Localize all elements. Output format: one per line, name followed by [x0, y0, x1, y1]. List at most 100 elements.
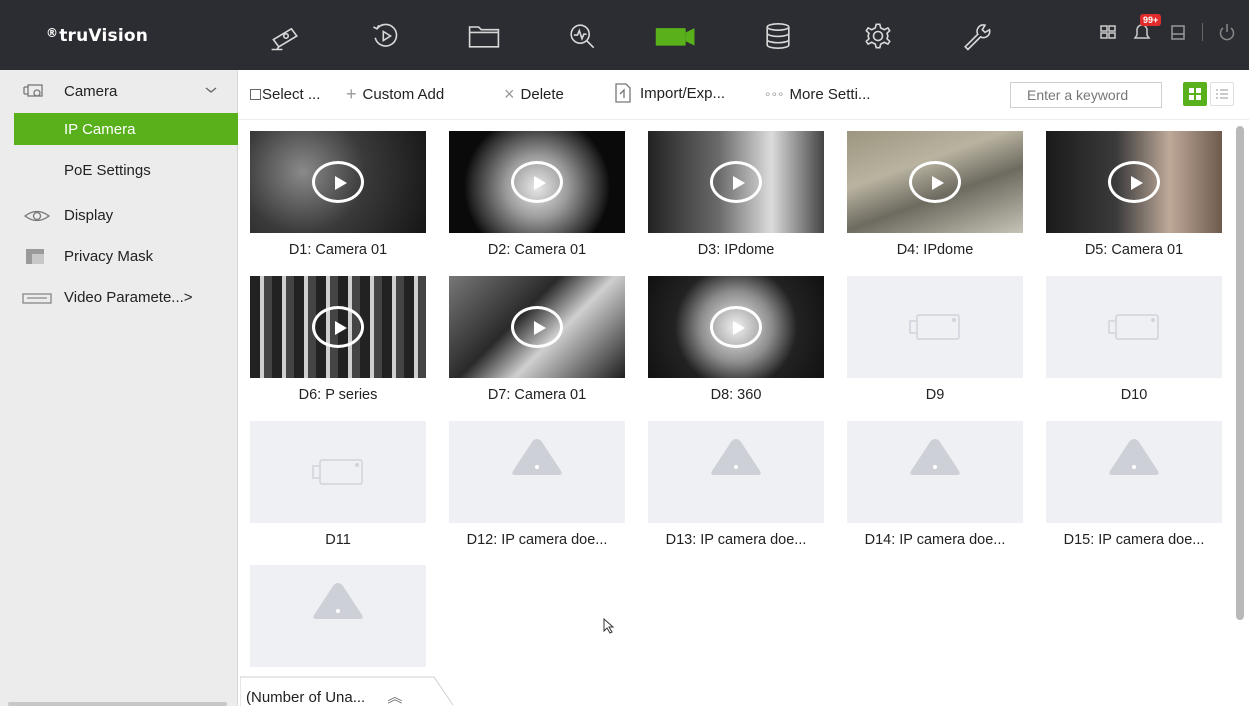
- camera-label: D13: IP camera doe...: [665, 532, 807, 548]
- sidebar-item-privacy-mask[interactable]: Privacy Mask: [0, 236, 237, 277]
- delete-label: Delete: [520, 86, 564, 103]
- play-icon[interactable]: [511, 306, 563, 348]
- sidebar-item-ip-camera[interactable]: IP Camera: [14, 113, 238, 145]
- camera-label: D7: Camera 01: [487, 387, 587, 403]
- chevron-up-icon: ︽: [387, 689, 403, 706]
- file-icon[interactable]: [462, 16, 506, 56]
- eye-icon: [23, 210, 51, 222]
- camera-icon[interactable]: [264, 16, 308, 56]
- camera-label: D5: Camera 01: [1084, 242, 1184, 258]
- user-icon[interactable]: [1168, 22, 1188, 42]
- alarm-icon[interactable]: 99+: [1132, 14, 1162, 42]
- camera-placeholder-icon: [1108, 314, 1159, 340]
- import-export-label: Import/Exp...: [640, 84, 726, 102]
- sidebar: Camera IP Camera PoE Settings Display Pr…: [0, 70, 238, 706]
- status-icons: 99+: [1098, 14, 1237, 42]
- search-input[interactable]: Enter a keyword: [1010, 82, 1162, 108]
- custom-add-label: Custom Add: [362, 86, 445, 103]
- camera-feed-tile[interactable]: [1046, 131, 1222, 233]
- mouse-cursor-icon: [603, 618, 615, 634]
- unassigned-tab[interactable]: (Number of Una... ︽: [240, 676, 454, 706]
- more-settings-label: More Setti...: [789, 86, 871, 103]
- select-button[interactable]: Select ...: [250, 86, 320, 103]
- camera-label: D14: IP camera doe...: [864, 532, 1006, 548]
- settings-icon[interactable]: [856, 16, 900, 56]
- camera-label: D15: IP camera doe...: [1063, 532, 1205, 548]
- close-icon: ×: [504, 84, 515, 104]
- sidebar-item-label: Display: [64, 207, 114, 224]
- camera-feed-tile[interactable]: [250, 131, 426, 233]
- warning-icon: [512, 439, 562, 475]
- camera-empty-tile[interactable]: [1046, 276, 1222, 378]
- import-export-button[interactable]: Import/Exp...: [612, 82, 725, 104]
- play-icon[interactable]: [710, 161, 762, 203]
- camera-label: D4: IPdome: [896, 242, 974, 258]
- camera-label: D2: Camera 01: [487, 242, 587, 258]
- camera-feed-tile[interactable]: [648, 131, 824, 233]
- camera-feed-tile[interactable]: [648, 276, 824, 378]
- power-icon[interactable]: [1217, 22, 1237, 42]
- camera-label: D10: [1120, 387, 1148, 403]
- live-camera-icon[interactable]: [654, 16, 698, 56]
- play-icon[interactable]: [511, 161, 563, 203]
- camera-feed-tile[interactable]: [449, 131, 625, 233]
- app-window: ®truVision 99+ Camera IP Camera PoE Sett…: [0, 0, 1249, 706]
- layout-grid-icon[interactable]: [1098, 22, 1118, 42]
- camera-label: D12: IP camera doe...: [466, 532, 608, 548]
- camera-feed-tile[interactable]: [449, 276, 625, 378]
- camera-label: D3: IPdome: [697, 242, 775, 258]
- camera-empty-tile[interactable]: [847, 276, 1023, 378]
- grid-view-icon: [1189, 88, 1201, 100]
- checkbox-icon: [250, 89, 261, 100]
- play-icon[interactable]: [710, 306, 762, 348]
- sidebar-item-video-parameters[interactable]: Video Paramete...>: [0, 277, 237, 318]
- camera-empty-tile[interactable]: [250, 421, 426, 523]
- warning-icon: [313, 583, 363, 619]
- select-label: Select ...: [262, 86, 321, 103]
- camera-label: D8: 360: [710, 387, 762, 403]
- delete-button[interactable]: × Delete: [504, 84, 564, 104]
- toolbar: Select ... + Custom Add × Delete Import/…: [238, 70, 1249, 120]
- camera-feed-tile[interactable]: [250, 276, 426, 378]
- sidebar-item-display[interactable]: Display: [0, 195, 237, 236]
- brand-logo: ®truVision: [46, 26, 149, 46]
- camera-feed-tile[interactable]: [847, 131, 1023, 233]
- camera-menu-icon: [23, 84, 43, 97]
- list-view-button[interactable]: [1210, 82, 1234, 106]
- database-icon[interactable]: [756, 16, 800, 56]
- divider: [1202, 23, 1203, 41]
- unassigned-tab-label: (Number of Una...: [246, 689, 366, 706]
- camera-label: D1: Camera 01: [288, 242, 388, 258]
- camera-warning-tile[interactable]: [847, 421, 1023, 523]
- camera-label: D11: [325, 532, 351, 548]
- tools-icon[interactable]: [954, 16, 998, 56]
- sidebar-item-camera[interactable]: Camera: [0, 70, 237, 113]
- camera-placeholder-icon: [312, 459, 363, 485]
- camera-warning-tile[interactable]: [250, 565, 426, 667]
- play-icon[interactable]: [1108, 161, 1160, 203]
- sidebar-item-label: IP Camera: [64, 120, 136, 138]
- search-icon[interactable]: [560, 16, 604, 56]
- camera-label: D6: P series: [298, 387, 378, 403]
- sidebar-scroll-indicator: [8, 702, 227, 706]
- notification-badge: 99+: [1140, 14, 1162, 26]
- sidebar-item-label: Video Paramete...>: [64, 289, 193, 306]
- scrollbar[interactable]: [1236, 126, 1244, 620]
- top-navigation-bar: ®truVision 99+: [0, 0, 1249, 70]
- more-icon: ∘∘∘: [764, 87, 785, 101]
- grid-view-button[interactable]: [1183, 82, 1207, 106]
- camera-warning-tile[interactable]: [449, 421, 625, 523]
- sidebar-item-label: Privacy Mask: [64, 248, 154, 265]
- play-icon[interactable]: [909, 161, 961, 203]
- camera-warning-tile[interactable]: [1046, 421, 1222, 523]
- custom-add-button[interactable]: + Custom Add: [346, 85, 445, 103]
- camera-warning-tile[interactable]: [648, 421, 824, 523]
- more-settings-button[interactable]: ∘∘∘ More Setti...: [764, 86, 870, 103]
- play-icon[interactable]: [312, 306, 364, 348]
- warning-icon: [1109, 439, 1159, 475]
- playback-icon[interactable]: [364, 16, 408, 56]
- camera-label: D9: [925, 387, 945, 403]
- camera-placeholder-icon: [909, 314, 960, 340]
- play-icon[interactable]: [312, 161, 364, 203]
- sidebar-item-poe-settings[interactable]: PoE Settings: [0, 145, 237, 195]
